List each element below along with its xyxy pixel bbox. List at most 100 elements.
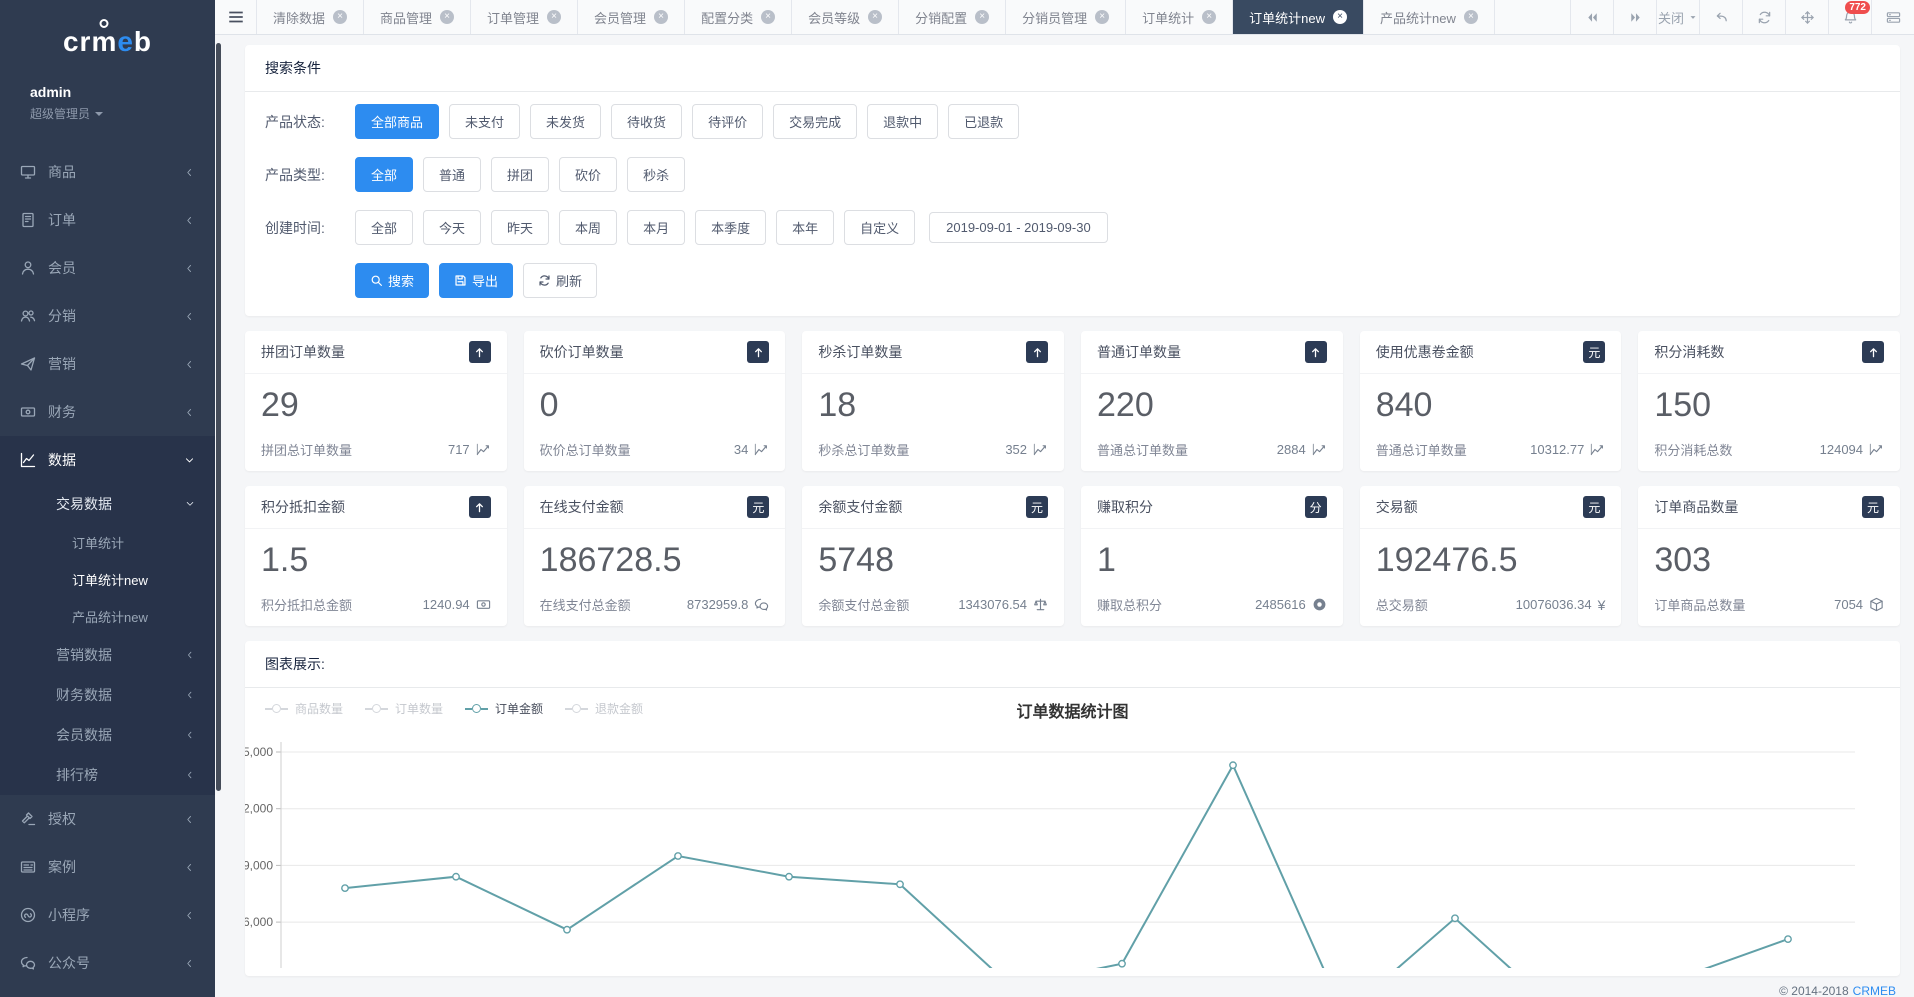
filter-option-今天[interactable]: 今天 xyxy=(423,210,481,245)
filter-option-全部商品[interactable]: 全部商品 xyxy=(355,104,439,139)
filter-option-待收货[interactable]: 待收货 xyxy=(611,104,682,139)
close-icon[interactable]: × xyxy=(333,10,347,24)
close-icon[interactable]: × xyxy=(761,10,775,24)
sidebar-subitem-财务数据[interactable]: 财务数据 xyxy=(0,675,215,715)
close-icon[interactable]: × xyxy=(1095,10,1109,24)
filter-option-全部[interactable]: 全部 xyxy=(355,210,413,245)
footer-value-number: 1343076.54 xyxy=(958,597,1027,612)
close-icon[interactable]: × xyxy=(654,10,668,24)
notifications-button[interactable]: 772 xyxy=(1828,0,1871,34)
refresh-page-button[interactable] xyxy=(1742,0,1785,34)
filter-option-拼团[interactable]: 拼团 xyxy=(491,157,549,192)
footer-value-number: 124094 xyxy=(1820,442,1863,457)
stat-card-footer-label: 赚取总积分 xyxy=(1097,595,1162,614)
sidebar-subitem-排行榜[interactable]: 排行榜 xyxy=(0,755,215,795)
tab-label: 订单管理 xyxy=(487,8,539,27)
miniprogram-icon xyxy=(20,907,36,923)
刷新-button[interactable]: 刷新 xyxy=(523,263,597,298)
legend-item-商品数量[interactable]: 商品数量 xyxy=(265,700,343,717)
filter-option-退款中[interactable]: 退款中 xyxy=(867,104,938,139)
brand-link[interactable]: CRMEB xyxy=(1853,984,1896,997)
sidebar-subitem-订单统计[interactable]: 订单统计 xyxy=(0,524,215,561)
tab-订单管理[interactable]: 订单管理 × xyxy=(471,0,578,34)
line-chart[interactable]: 15,00012,0009,0006,000 xyxy=(245,730,1900,968)
filter-option-交易完成[interactable]: 交易完成 xyxy=(773,104,857,139)
user-block: admin 超级管理员 xyxy=(0,68,215,126)
filter-option-未发货[interactable]: 未发货 xyxy=(530,104,601,139)
content-scrollbar[interactable] xyxy=(216,43,221,791)
tab-订单统计new[interactable]: 订单统计new× xyxy=(1233,0,1364,34)
close-icon[interactable]: × xyxy=(440,10,454,24)
sidebar-item-案例[interactable]: 案例 xyxy=(0,843,215,891)
arrow-up-icon xyxy=(747,341,769,363)
date-range-picker[interactable]: 2019-09-01 - 2019-09-30 xyxy=(929,212,1108,243)
filter-option-本周[interactable]: 本周 xyxy=(559,210,617,245)
sidebar-subitem-会员数据[interactable]: 会员数据 xyxy=(0,715,215,755)
tab-产品统计new[interactable]: 产品统计new× xyxy=(1364,0,1495,34)
搜索-button[interactable]: 搜索 xyxy=(355,263,429,298)
close-icon[interactable]: × xyxy=(868,10,882,24)
caret-down-icon xyxy=(95,112,103,120)
sidebar-item-商品[interactable]: 商品 xyxy=(0,148,215,196)
legend-item-订单金额[interactable]: 订单金额 xyxy=(465,700,543,717)
sidebar-item-授权[interactable]: 授权 xyxy=(0,795,215,843)
filter-option-砍价[interactable]: 砍价 xyxy=(559,157,617,192)
filter-label: 产品状态: xyxy=(265,112,355,132)
history-forward-button[interactable] xyxy=(1613,0,1656,34)
sidebar-item-数据[interactable]: 数据 xyxy=(0,436,215,484)
legend-item-订单数量[interactable]: 订单数量 xyxy=(365,700,443,717)
filter-option-秒杀[interactable]: 秒杀 xyxy=(627,157,685,192)
filter-option-全部[interactable]: 全部 xyxy=(355,157,413,192)
tab-清除数据[interactable]: 清除数据× xyxy=(257,0,364,34)
filter-option-自定义[interactable]: 自定义 xyxy=(844,210,915,245)
filter-option-已退款[interactable]: 已退款 xyxy=(948,104,1019,139)
close-icon[interactable]: × xyxy=(1333,10,1347,24)
sidebar-item-label: 授权 xyxy=(48,809,76,829)
tab-分销员管理[interactable]: 分销员管理× xyxy=(1006,0,1126,34)
history-back-button[interactable] xyxy=(1570,0,1613,34)
filter-option-本年[interactable]: 本年 xyxy=(776,210,834,245)
stat-card-footer: 在线支付总金额8732959.8 xyxy=(524,595,786,626)
sidebar-item-营销[interactable]: 营销 xyxy=(0,340,215,388)
sidebar-item-订单[interactable]: 订单 xyxy=(0,196,215,244)
sidebar-item-label: 分销 xyxy=(48,306,76,326)
arrow-up-icon xyxy=(1026,341,1048,363)
filter-option-待评价[interactable]: 待评价 xyxy=(692,104,763,139)
close-tabs-button[interactable]: 关闭 xyxy=(1656,0,1699,34)
tab-会员管理[interactable]: 会员管理× xyxy=(578,0,685,34)
legend-item-退款金额[interactable]: 退款金额 xyxy=(565,700,643,717)
tab-配置分类[interactable]: 配置分类× xyxy=(685,0,792,34)
filter-option-昨天[interactable]: 昨天 xyxy=(491,210,549,245)
close-icon[interactable]: × xyxy=(547,10,561,24)
sidebar-item-财务[interactable]: 财务 xyxy=(0,388,215,436)
arrow-up xyxy=(1309,346,1322,359)
filter-option-普通[interactable]: 普通 xyxy=(423,157,481,192)
sidebar-item-小程序[interactable]: 小程序 xyxy=(0,891,215,939)
close-icon[interactable]: × xyxy=(1202,10,1216,24)
filter-option-本月[interactable]: 本月 xyxy=(627,210,685,245)
user-role-dropdown[interactable]: 超级管理员 xyxy=(30,105,185,122)
sidebar-subitem-产品统计new[interactable]: 产品统计new xyxy=(0,598,215,635)
tab-会员等级[interactable]: 会员等级× xyxy=(792,0,899,34)
filter-option-本季度[interactable]: 本季度 xyxy=(695,210,766,245)
hamburger-icon[interactable] xyxy=(215,0,257,34)
sidebar-subitem-订单统计new[interactable]: 订单统计new xyxy=(0,561,215,598)
tab-分销配置[interactable]: 分销配置× xyxy=(899,0,1006,34)
sidebar-subitem-营销数据[interactable]: 营销数据 xyxy=(0,635,215,675)
sidebar-item-分销[interactable]: 分销 xyxy=(0,292,215,340)
close-icon[interactable]: × xyxy=(1464,10,1478,24)
sidebar-item-会员[interactable]: 会员 xyxy=(0,244,215,292)
tab-商品管理[interactable]: 商品管理× xyxy=(364,0,471,34)
sidebar-item-内容[interactable]: 内容 xyxy=(0,987,215,997)
undo-button[interactable] xyxy=(1699,0,1742,34)
message-list-button[interactable] xyxy=(1871,0,1914,34)
close-icon[interactable]: × xyxy=(975,10,989,24)
tab-label: 订单统计 xyxy=(1142,8,1194,27)
sidebar-subitem-交易数据[interactable]: 交易数据 xyxy=(0,484,215,524)
monitor-icon xyxy=(20,164,36,180)
fullscreen-button[interactable] xyxy=(1785,0,1828,34)
tab-订单统计[interactable]: 订单统计 × xyxy=(1126,0,1233,34)
filter-option-未支付[interactable]: 未支付 xyxy=(449,104,520,139)
sidebar-item-公众号[interactable]: 公众号 xyxy=(0,939,215,987)
导出-button[interactable]: 导出 xyxy=(439,263,513,298)
